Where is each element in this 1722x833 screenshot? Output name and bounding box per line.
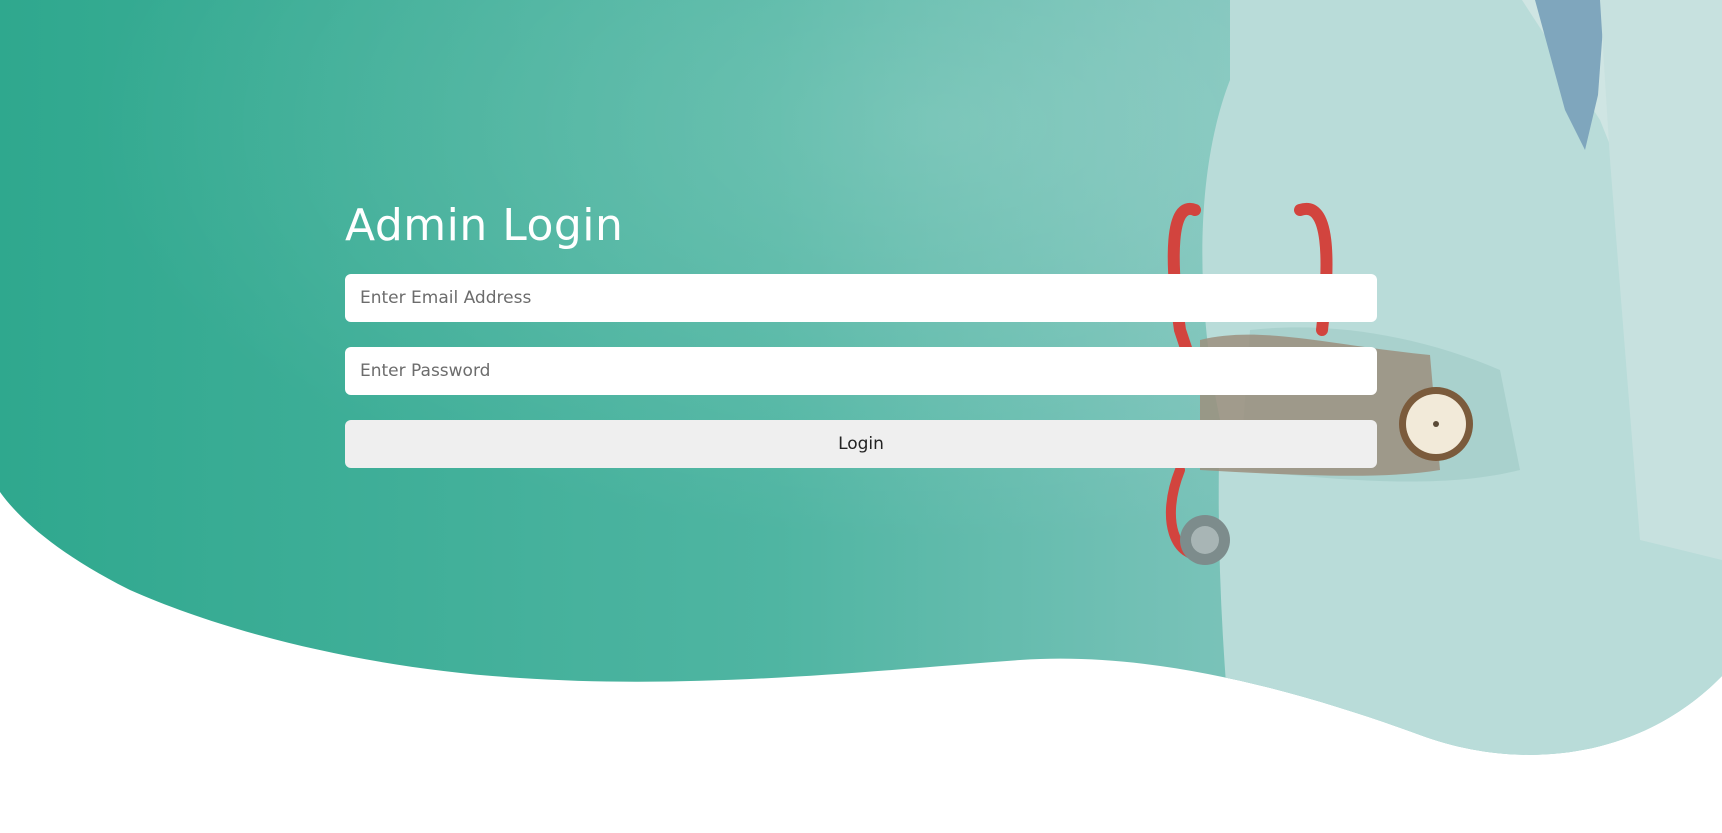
page-title: Admin Login: [345, 200, 624, 251]
login-button[interactable]: Login: [345, 420, 1377, 468]
password-field[interactable]: [345, 347, 1377, 395]
hero-banner: Admin Login Login: [0, 0, 1722, 833]
email-field[interactable]: [345, 274, 1377, 322]
login-form: Admin Login Login: [345, 196, 1377, 468]
